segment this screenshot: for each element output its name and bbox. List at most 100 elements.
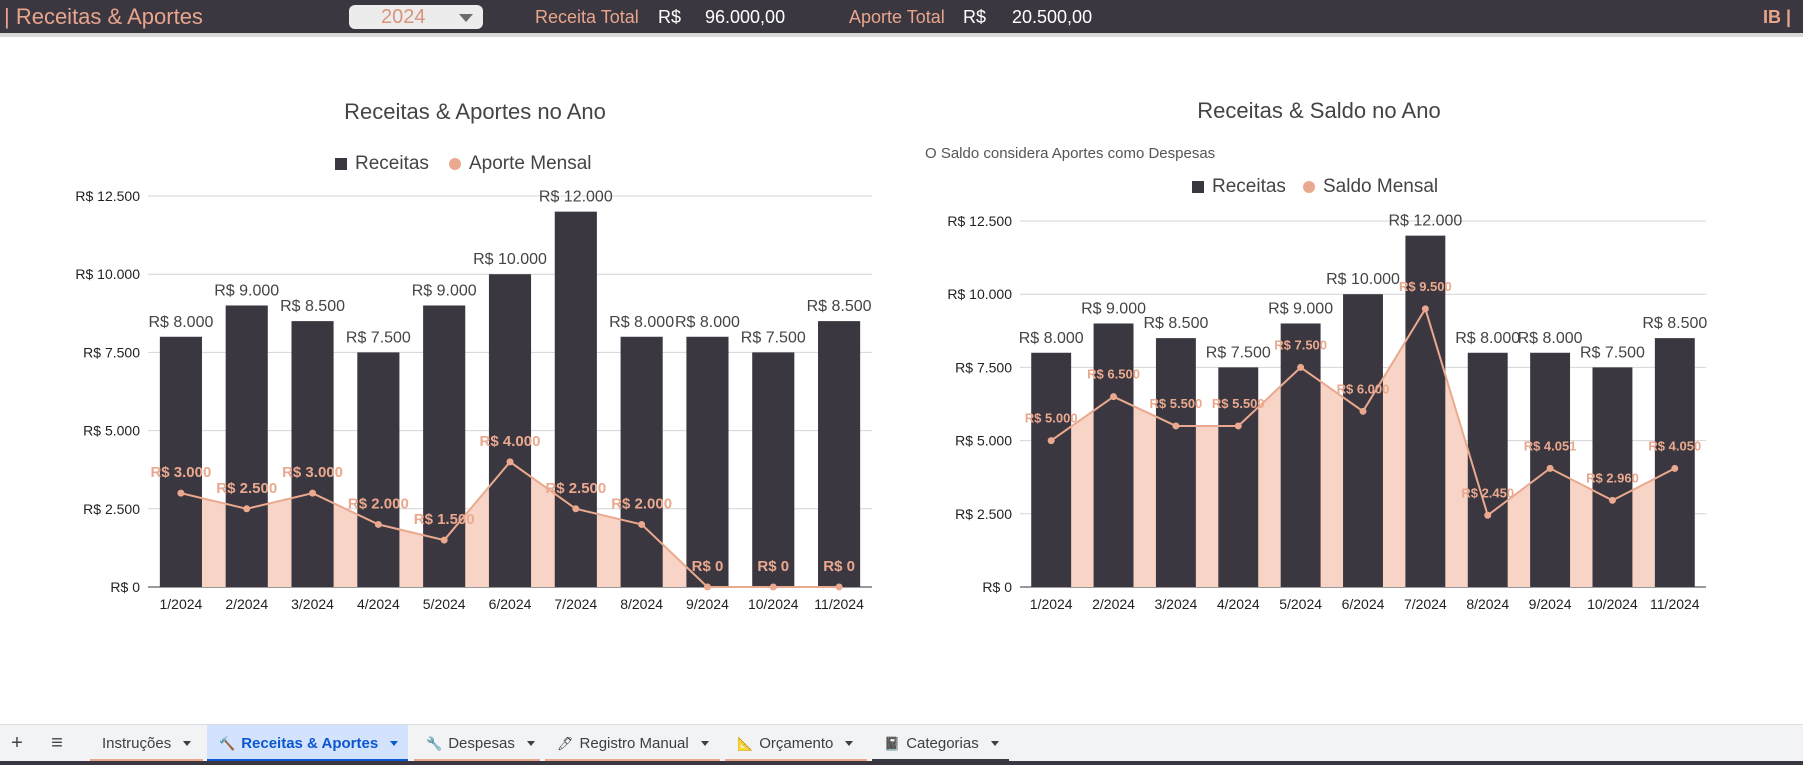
y-tick-label: R$ 10.000 bbox=[947, 286, 1012, 302]
tab-receitas-aportes[interactable]: 🔨 Receitas & Aportes bbox=[207, 725, 408, 762]
tab-orçamento[interactable]: 📐 Orçamento bbox=[725, 725, 867, 762]
y-tick-label: R$ 0 bbox=[982, 579, 1012, 595]
bar-data-label: R$ 9.000 bbox=[1268, 300, 1333, 317]
bar-data-label: R$ 8.500 bbox=[280, 298, 345, 315]
tab-categorias[interactable]: 📓 Categorias bbox=[872, 725, 1009, 762]
line-point bbox=[1047, 437, 1055, 445]
tab-dropdown-icon[interactable] bbox=[845, 741, 854, 746]
line-point bbox=[1172, 422, 1180, 430]
bar-data-label: R$ 7.500 bbox=[346, 329, 411, 346]
y-tick-label: R$ 5.000 bbox=[955, 433, 1012, 449]
add-sheet-button[interactable]: + bbox=[4, 731, 30, 757]
all-sheets-menu-button[interactable]: ≡ bbox=[44, 731, 70, 757]
line-point bbox=[1671, 464, 1679, 472]
chart-receitas-aportes: Receitas & Aportes no Ano Receitas Aporte … bbox=[75, 99, 872, 612]
bar-data-label: R$ 8.000 bbox=[675, 314, 740, 331]
y-tick-label: R$ 7.500 bbox=[955, 359, 1012, 375]
aporte-total-currency: R$ bbox=[963, 7, 987, 27]
line-data-label: R$ 6.000 bbox=[1337, 381, 1390, 396]
tab-registro-manual[interactable]: 🖊 Registro Manual bbox=[545, 725, 720, 762]
x-tick-label: 1/2024 bbox=[1030, 596, 1073, 612]
pen-icon: 🖊 bbox=[557, 735, 574, 751]
bar-data-label: R$ 12.000 bbox=[539, 189, 613, 206]
x-tick-label: 3/2024 bbox=[1154, 596, 1197, 612]
y-tick-label: R$ 12.500 bbox=[75, 188, 140, 204]
bar bbox=[620, 336, 663, 587]
notebook-icon: 📓 bbox=[884, 735, 901, 751]
bar-data-label: R$ 10.000 bbox=[1326, 271, 1400, 288]
bar-data-label: R$ 7.500 bbox=[1580, 344, 1645, 361]
tab-label: Categorias bbox=[906, 735, 979, 752]
year-dropdown[interactable]: 2024 bbox=[349, 5, 483, 29]
line-data-label: R$ 3.000 bbox=[150, 464, 211, 481]
legend-marker-receitas bbox=[335, 158, 347, 170]
line-data-label: R$ 5.000 bbox=[1025, 411, 1078, 426]
sheet-tab-bar: + ≡ Instruções 🔨 Receitas & Aportes 🔧 Despes… bbox=[0, 724, 1803, 762]
line-point bbox=[1234, 422, 1242, 430]
y-tick-label: R$ 7.500 bbox=[83, 344, 140, 360]
bottom-strip bbox=[0, 761, 1803, 765]
chart-subtitle: O Saldo considera Aportes como Despesas bbox=[925, 145, 1215, 162]
x-tick-label: 8/2024 bbox=[1466, 596, 1509, 612]
bar bbox=[1093, 323, 1134, 587]
line-data-label: R$ 0 bbox=[692, 558, 724, 575]
x-tick-label: 9/2024 bbox=[1529, 596, 1572, 612]
tab-dropdown-icon[interactable] bbox=[700, 741, 709, 746]
dashboard-header: | Receitas & Aportes 2024 Receita Total … bbox=[0, 0, 1803, 33]
legend-label-receitas: Receitas bbox=[1212, 176, 1286, 197]
legend-label-receitas: Receitas bbox=[355, 153, 429, 174]
x-tick-label: 8/2024 bbox=[620, 596, 663, 612]
receita-total-currency: R$ bbox=[658, 7, 682, 27]
bar bbox=[1654, 338, 1695, 587]
tab-dropdown-icon[interactable] bbox=[390, 741, 399, 746]
line-point bbox=[703, 583, 711, 591]
line-data-label: R$ 4.000 bbox=[480, 433, 541, 450]
aporte-total-value: 20.500,00 bbox=[1012, 7, 1093, 27]
tab-label: Despesas bbox=[448, 735, 515, 752]
line-point bbox=[1359, 407, 1367, 415]
x-tick-label: 6/2024 bbox=[489, 596, 532, 612]
bar bbox=[818, 321, 861, 587]
bar bbox=[1155, 338, 1196, 587]
x-tick-label: 4/2024 bbox=[357, 596, 400, 612]
x-tick-label: 10/2024 bbox=[1587, 596, 1638, 612]
y-tick-label: R$ 5.000 bbox=[83, 423, 140, 439]
bar-data-label: R$ 7.500 bbox=[1206, 344, 1271, 361]
tab-dropdown-icon[interactable] bbox=[990, 741, 999, 746]
tab-despesas[interactable]: 🔧 Despesas bbox=[414, 725, 540, 762]
bar-data-label: R$ 8.500 bbox=[1143, 315, 1208, 332]
chevron-down-icon bbox=[459, 14, 473, 22]
line-data-label: R$ 2.500 bbox=[545, 480, 606, 497]
line-data-label: R$ 0 bbox=[823, 558, 855, 575]
legend-label-line: Aporte Mensal bbox=[469, 153, 592, 174]
bar-data-label: R$ 12.000 bbox=[1388, 213, 1462, 230]
line-point bbox=[572, 505, 580, 513]
bar bbox=[752, 352, 795, 587]
tab-instruções[interactable]: Instruções bbox=[90, 725, 203, 762]
legend-marker-receitas bbox=[1192, 181, 1204, 193]
line-data-label: R$ 0 bbox=[757, 558, 789, 575]
x-tick-label: 4/2024 bbox=[1217, 596, 1260, 612]
bar bbox=[159, 336, 202, 587]
wrench-icon: 🔧 bbox=[426, 735, 443, 751]
line-data-label: R$ 1.500 bbox=[414, 511, 475, 528]
x-tick-label: 3/2024 bbox=[291, 596, 334, 612]
line-data-label: R$ 7.500 bbox=[1274, 337, 1327, 352]
receita-total-label: Receita Total bbox=[535, 7, 639, 27]
bar-data-label: R$ 8.500 bbox=[807, 298, 872, 315]
x-tick-label: 6/2024 bbox=[1342, 596, 1385, 612]
chart-receitas-saldo: Receitas & Saldo no Ano O Saldo considera… bbox=[925, 98, 1707, 612]
bar-data-label: R$ 8.500 bbox=[1642, 315, 1707, 332]
line-point bbox=[1421, 305, 1429, 313]
y-tick-label: R$ 2.500 bbox=[955, 506, 1012, 522]
bar bbox=[423, 305, 466, 587]
x-tick-label: 7/2024 bbox=[554, 596, 597, 612]
line-data-label: R$ 4.051 bbox=[1524, 438, 1577, 453]
tab-dropdown-icon[interactable] bbox=[183, 741, 192, 746]
line-data-label: R$ 2.000 bbox=[348, 495, 409, 512]
line-point bbox=[1608, 496, 1616, 504]
tab-dropdown-icon[interactable] bbox=[526, 741, 535, 746]
tab-label: Instruções bbox=[102, 735, 172, 752]
legend-label-line: Saldo Mensal bbox=[1323, 176, 1438, 197]
legend-marker-line bbox=[449, 158, 461, 170]
